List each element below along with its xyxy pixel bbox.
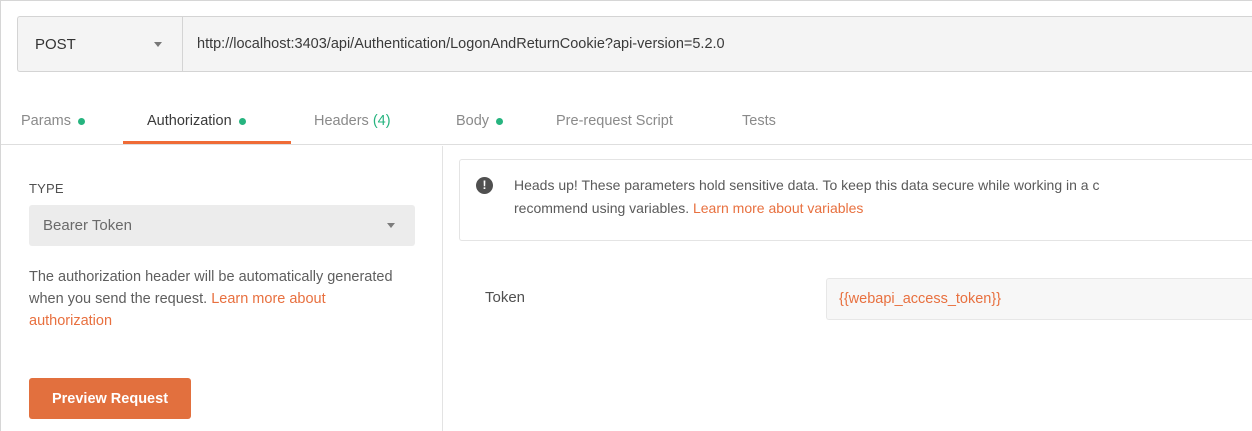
notice-line-2: recommend using variables. Learn more ab… bbox=[514, 197, 1252, 220]
token-input[interactable]: {{webapi_access_token}} bbox=[826, 278, 1252, 320]
auth-description: The authorization header will be automat… bbox=[29, 266, 409, 332]
type-label: TYPE bbox=[29, 181, 64, 196]
tab-headers[interactable]: Headers (4) bbox=[314, 97, 391, 145]
status-dot-icon bbox=[238, 117, 246, 125]
tab-pre-request-script[interactable]: Pre-request Script bbox=[556, 97, 673, 145]
request-tabs: Params Authorization Headers (4) Body Pr… bbox=[1, 97, 1252, 145]
method-label: POST bbox=[35, 35, 76, 53]
tab-tests[interactable]: Tests bbox=[742, 97, 776, 145]
url-bar: POST http://localhost:3403/api/Authentic… bbox=[17, 16, 1252, 72]
chevron-down-icon bbox=[387, 223, 395, 228]
exclamation-icon: ! bbox=[476, 177, 493, 194]
auth-type-select[interactable]: Bearer Token bbox=[29, 205, 415, 246]
tab-label: Authorization bbox=[147, 113, 232, 129]
url-input[interactable]: http://localhost:3403/api/Authentication… bbox=[183, 17, 1252, 71]
tab-count: (4) bbox=[372, 113, 391, 129]
auth-type-panel: TYPE Bearer Token The authorization head… bbox=[1, 146, 443, 431]
method-select[interactable]: POST bbox=[18, 17, 183, 71]
tab-body[interactable]: Body bbox=[456, 97, 504, 145]
learn-more-variables-link[interactable]: Learn more about variables bbox=[693, 200, 863, 216]
notice-line-2-text: recommend using variables. bbox=[514, 200, 693, 216]
notice-line-1: Heads up! These parameters hold sensitiv… bbox=[514, 177, 1100, 193]
token-label: Token bbox=[485, 289, 526, 306]
tab-label: Pre-request Script bbox=[556, 113, 673, 129]
chevron-down-icon bbox=[154, 41, 162, 47]
tab-label: Tests bbox=[742, 113, 776, 129]
preview-request-button[interactable]: Preview Request bbox=[29, 378, 191, 419]
tab-label: Params bbox=[21, 113, 71, 129]
status-dot-icon bbox=[77, 117, 85, 125]
tab-params[interactable]: Params bbox=[21, 97, 85, 145]
active-tab-indicator bbox=[123, 141, 291, 144]
sensitive-data-notice: ! Heads up! These parameters hold sensit… bbox=[459, 159, 1252, 241]
notice-text: Heads up! These parameters hold sensitiv… bbox=[514, 174, 1252, 220]
request-editor: POST http://localhost:3403/api/Authentic… bbox=[0, 0, 1252, 431]
tab-label: Headers bbox=[314, 113, 369, 129]
tab-authorization[interactable]: Authorization bbox=[147, 97, 246, 145]
tab-label: Body bbox=[456, 113, 490, 129]
status-dot-icon bbox=[496, 117, 504, 125]
auth-type-value: Bearer Token bbox=[43, 217, 132, 234]
